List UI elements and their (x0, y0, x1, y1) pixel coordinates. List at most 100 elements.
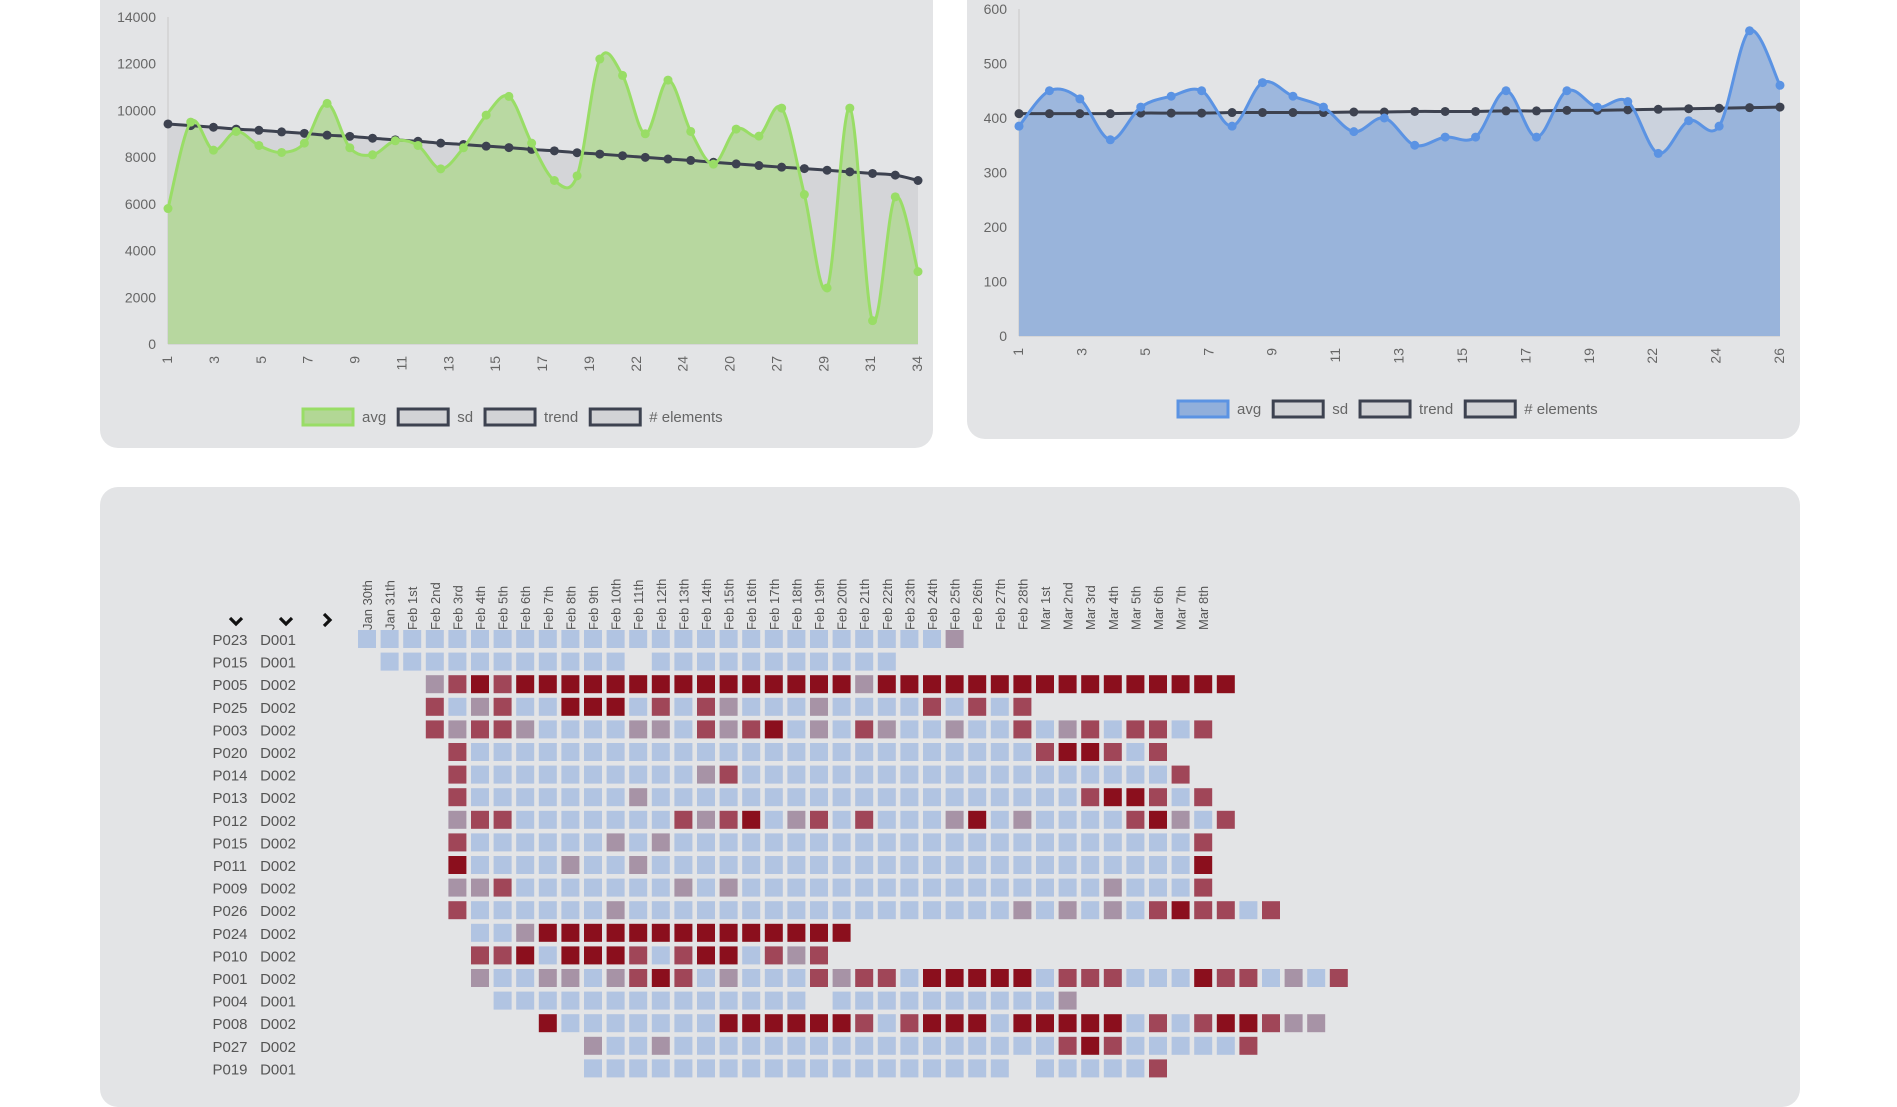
heatmap-cell[interactable] (1216, 675, 1235, 694)
heatmap-cell[interactable] (1058, 901, 1077, 920)
heatmap-cell[interactable] (651, 901, 670, 920)
heatmap-cell[interactable] (719, 810, 738, 829)
heatmap-cell[interactable] (787, 833, 806, 852)
heatmap-cell[interactable] (764, 743, 783, 761)
heatmap-cell[interactable] (787, 675, 806, 694)
heatmap-cell[interactable] (877, 765, 896, 784)
heatmap-cell[interactable] (855, 652, 874, 671)
heatmap-cell[interactable] (697, 969, 715, 987)
heatmap-cell[interactable] (629, 878, 648, 897)
heatmap-cell[interactable] (1239, 1014, 1258, 1033)
heatmap-cell[interactable] (651, 878, 670, 897)
heatmap-cell[interactable] (538, 652, 557, 671)
heatmap-cell[interactable] (629, 765, 648, 784)
heatmap-cell[interactable] (1216, 901, 1235, 920)
heatmap-cell[interactable] (810, 652, 828, 671)
heatmap-cell[interactable] (742, 969, 761, 987)
heatmap-cell[interactable] (923, 697, 941, 716)
heatmap-cell[interactable] (1081, 856, 1100, 874)
heatmap-cell[interactable] (877, 697, 896, 716)
heatmap-cell[interactable] (742, 630, 761, 648)
heatmap-cell[interactable] (945, 878, 964, 897)
heatmap-cell[interactable] (651, 743, 670, 761)
heatmap-cell[interactable] (719, 675, 738, 694)
heatmap-cell[interactable] (810, 810, 828, 829)
heatmap-cell[interactable] (832, 901, 851, 920)
heatmap-cell[interactable] (742, 878, 761, 897)
heatmap-cell[interactable] (493, 675, 512, 694)
heatmap-cell[interactable] (1013, 720, 1032, 739)
heatmap-cell[interactable] (1081, 765, 1100, 784)
heatmap-cell[interactable] (1058, 833, 1077, 852)
heatmap-cell[interactable] (561, 923, 580, 942)
heatmap-cell[interactable] (719, 720, 738, 739)
heatmap-cell[interactable] (945, 630, 964, 648)
heatmap-cell[interactable] (516, 856, 535, 874)
heatmap-cell[interactable] (742, 1036, 761, 1055)
heatmap-cell[interactable] (516, 878, 535, 897)
heatmap-cell[interactable] (810, 878, 828, 897)
heatmap-cell[interactable] (1036, 743, 1054, 761)
heatmap-cell[interactable] (719, 969, 738, 987)
heatmap-cell[interactable] (1013, 991, 1032, 1010)
heatmap-cell[interactable] (968, 743, 987, 761)
heatmap-cell[interactable] (742, 765, 761, 784)
heatmap-cell[interactable] (764, 675, 783, 694)
heatmap-cell[interactable] (810, 946, 828, 965)
heatmap-cell[interactable] (516, 720, 535, 739)
heatmap-cell[interactable] (810, 1059, 828, 1078)
heatmap-cell[interactable] (674, 720, 693, 739)
heatmap-cell[interactable] (448, 788, 467, 807)
heatmap-cell[interactable] (1013, 697, 1032, 716)
heatmap-cell[interactable] (945, 1036, 964, 1055)
heatmap-cell[interactable] (1126, 969, 1145, 987)
heatmap-cell[interactable] (697, 630, 715, 648)
heatmap-cell[interactable] (877, 1059, 896, 1078)
heatmap-cell[interactable] (516, 652, 535, 671)
heatmap-cell[interactable] (877, 856, 896, 874)
heatmap-cell[interactable] (787, 810, 806, 829)
heatmap-cell[interactable] (584, 833, 602, 852)
heatmap-cell[interactable] (764, 1059, 783, 1078)
heatmap-cell[interactable] (900, 720, 919, 739)
heatmap-cell[interactable] (1103, 1036, 1122, 1055)
heatmap-cell[interactable] (1103, 765, 1122, 784)
heatmap-cell[interactable] (1058, 810, 1077, 829)
heatmap-cell[interactable] (945, 1014, 964, 1033)
heatmap-cell[interactable] (719, 878, 738, 897)
heatmap-cell[interactable] (832, 765, 851, 784)
heatmap-cell[interactable] (810, 969, 828, 987)
heatmap-cell[interactable] (1126, 765, 1145, 784)
heatmap-cell[interactable] (1126, 788, 1145, 807)
heatmap-cell[interactable] (923, 878, 941, 897)
heatmap-cell[interactable] (561, 720, 580, 739)
heatmap-cell[interactable] (471, 901, 489, 920)
heatmap-cell[interactable] (1103, 969, 1122, 987)
heatmap-cell[interactable] (990, 969, 1009, 987)
heatmap-cell[interactable] (493, 833, 512, 852)
heatmap-cell[interactable] (493, 630, 512, 648)
heatmap-cell[interactable] (538, 765, 557, 784)
heatmap-cell[interactable] (945, 1059, 964, 1078)
heatmap-cell[interactable] (493, 743, 512, 761)
heatmap-cell[interactable] (448, 901, 467, 920)
heatmap-cell[interactable] (471, 743, 489, 761)
heatmap-cell[interactable] (1081, 720, 1100, 739)
heatmap-cell[interactable] (1058, 1036, 1077, 1055)
heatmap-cell[interactable] (1149, 833, 1167, 852)
heatmap-cell[interactable] (810, 720, 828, 739)
heatmap-cell[interactable] (629, 630, 648, 648)
heatmap-cell[interactable] (1194, 810, 1213, 829)
heatmap-cell[interactable] (1013, 765, 1032, 784)
heatmap-cell[interactable] (561, 810, 580, 829)
heatmap-cell[interactable] (471, 856, 489, 874)
chevron-down-icon[interactable] (278, 616, 294, 627)
heatmap-cell[interactable] (810, 856, 828, 874)
heatmap-cell[interactable] (629, 743, 648, 761)
heatmap-cell[interactable] (1058, 788, 1077, 807)
heatmap-cell[interactable] (1194, 788, 1213, 807)
heatmap-cell[interactable] (493, 856, 512, 874)
heatmap-cell[interactable] (1126, 675, 1145, 694)
heatmap-cell[interactable] (787, 901, 806, 920)
heatmap-cell[interactable] (493, 697, 512, 716)
